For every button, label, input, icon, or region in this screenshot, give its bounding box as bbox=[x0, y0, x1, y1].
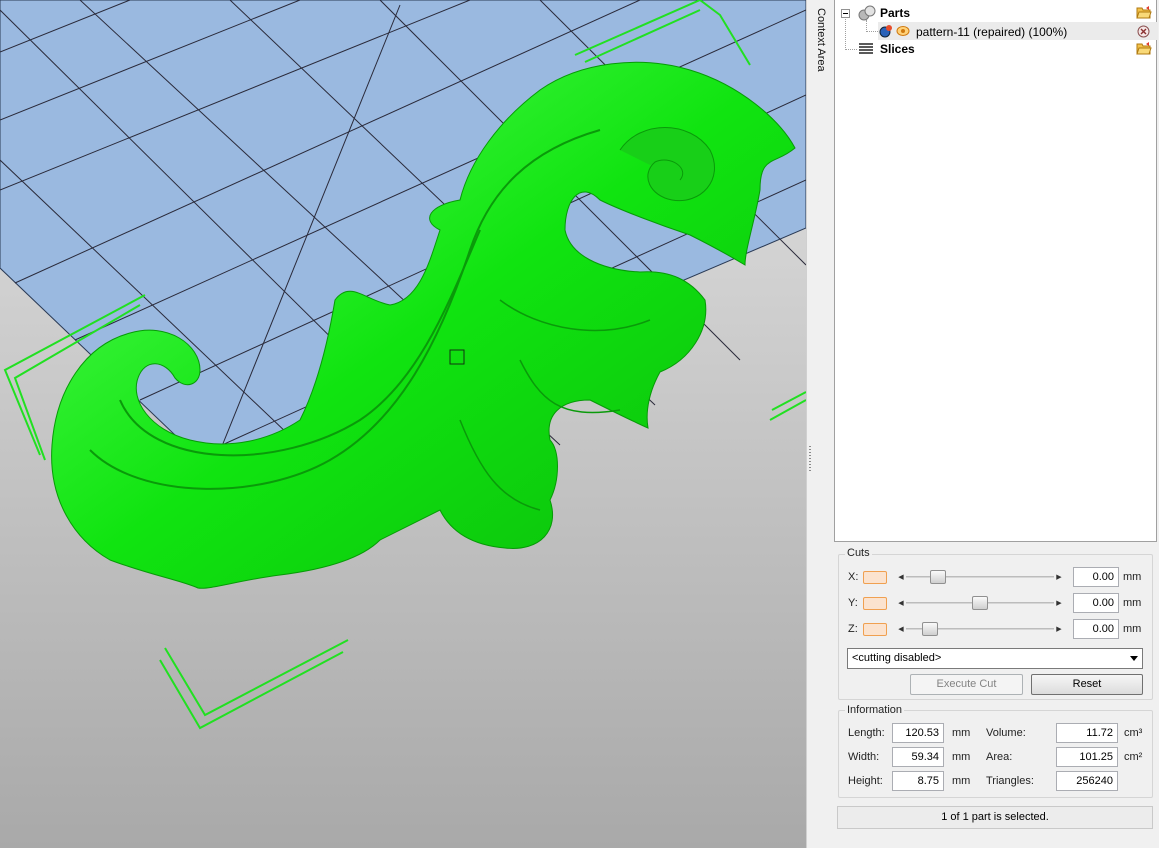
cut-axis-label: Y: bbox=[848, 597, 858, 609]
volume-unit: cm³ bbox=[1124, 727, 1143, 739]
slices-icon bbox=[858, 42, 874, 59]
length-label: Length: bbox=[848, 727, 885, 739]
cut-plane-toggle[interactable] bbox=[863, 571, 887, 584]
slider-thumb[interactable] bbox=[921, 622, 938, 636]
tree-connector bbox=[866, 31, 878, 32]
slider-left-arrow[interactable]: ◀ bbox=[896, 596, 906, 610]
scene-canvas bbox=[0, 0, 806, 730]
area-value: 101.25 bbox=[1056, 747, 1118, 767]
cut-mode-select[interactable]: <cutting disabled> bbox=[847, 648, 1143, 669]
tree-item-slices[interactable]: Slices bbox=[835, 40, 1158, 58]
cut-plane-toggle[interactable] bbox=[863, 623, 887, 636]
triangles-label: Triangles: bbox=[986, 775, 1034, 787]
parts-icon bbox=[858, 5, 876, 24]
cut-slider[interactable]: ◀ ▶ bbox=[896, 596, 1064, 610]
slider-left-arrow[interactable]: ◀ bbox=[896, 570, 906, 584]
cut-axis-label: Z: bbox=[848, 623, 858, 635]
cuts-title: Cuts bbox=[845, 547, 872, 559]
width-unit: mm bbox=[952, 751, 971, 763]
cut-axis-label: X: bbox=[848, 571, 859, 583]
context-area-tab[interactable]: Context Area bbox=[812, 0, 834, 848]
information-title: Information bbox=[845, 704, 905, 716]
chevron-down-icon bbox=[1130, 656, 1138, 661]
cut-unit: mm bbox=[1123, 623, 1142, 635]
part-object-icon bbox=[879, 24, 893, 41]
slider-left-arrow[interactable]: ◀ bbox=[896, 622, 906, 636]
status-bar: 1 of 1 part is selected. bbox=[837, 806, 1153, 829]
cut-unit: mm bbox=[1123, 597, 1142, 609]
cut-value-input[interactable]: 0.00 bbox=[1073, 567, 1119, 587]
open-folder-icon[interactable] bbox=[1136, 41, 1152, 58]
cut-slider[interactable]: ◀ ▶ bbox=[896, 622, 1064, 636]
cut-plane-toggle[interactable] bbox=[863, 597, 887, 610]
slider-thumb[interactable] bbox=[929, 570, 946, 584]
open-folder-icon[interactable] bbox=[1136, 5, 1152, 22]
height-unit: mm bbox=[952, 775, 971, 787]
cut-slider[interactable]: ◀ ▶ bbox=[896, 570, 1064, 584]
part-item-label: pattern-11 (repaired) (100%) bbox=[916, 25, 1068, 39]
execute-cut-button[interactable]: Execute Cut bbox=[910, 674, 1023, 695]
volume-value: 11.72 bbox=[1056, 723, 1118, 743]
length-value: 120.53 bbox=[892, 723, 944, 743]
tree-item-parts[interactable]: Parts bbox=[835, 4, 1158, 22]
cut-mode-value: <cutting disabled> bbox=[852, 652, 942, 664]
slices-label: Slices bbox=[880, 42, 915, 56]
length-unit: mm bbox=[952, 727, 971, 739]
splitter-grip[interactable] bbox=[809, 446, 811, 472]
cut-value-input[interactable]: 0.00 bbox=[1073, 593, 1119, 613]
area-unit: cm² bbox=[1124, 751, 1143, 763]
cut-unit: mm bbox=[1123, 571, 1142, 583]
height-value: 8.75 bbox=[892, 771, 944, 791]
height-label: Height: bbox=[848, 775, 883, 787]
width-value: 59.34 bbox=[892, 747, 944, 767]
slider-right-arrow[interactable]: ▶ bbox=[1054, 596, 1064, 610]
remove-part-icon[interactable] bbox=[1137, 25, 1150, 41]
triangles-value: 256240 bbox=[1056, 771, 1118, 791]
slider-right-arrow[interactable]: ▶ bbox=[1054, 570, 1064, 584]
slider-thumb[interactable] bbox=[972, 596, 988, 610]
collapse-toggle[interactable] bbox=[841, 9, 850, 18]
3d-viewport[interactable] bbox=[0, 0, 806, 848]
width-label: Width: bbox=[848, 751, 880, 763]
visibility-eye-icon[interactable] bbox=[896, 25, 910, 40]
volume-label: Volume: bbox=[986, 727, 1026, 739]
parts-tree[interactable]: Parts pattern-11 (repaired) (100%) Slice… bbox=[834, 0, 1158, 542]
parts-label: Parts bbox=[880, 6, 911, 20]
tree-item-part[interactable]: pattern-11 (repaired) (100%) bbox=[878, 22, 1158, 40]
reset-button[interactable]: Reset bbox=[1031, 674, 1143, 695]
context-area-label: Context Area bbox=[815, 8, 827, 72]
context-panel: Parts pattern-11 (repaired) (100%) Slice… bbox=[834, 0, 1159, 848]
slider-right-arrow[interactable]: ▶ bbox=[1054, 622, 1064, 636]
cut-value-input[interactable]: 0.00 bbox=[1073, 619, 1119, 639]
slider-track[interactable] bbox=[906, 576, 1054, 578]
area-label: Area: bbox=[986, 751, 1013, 763]
